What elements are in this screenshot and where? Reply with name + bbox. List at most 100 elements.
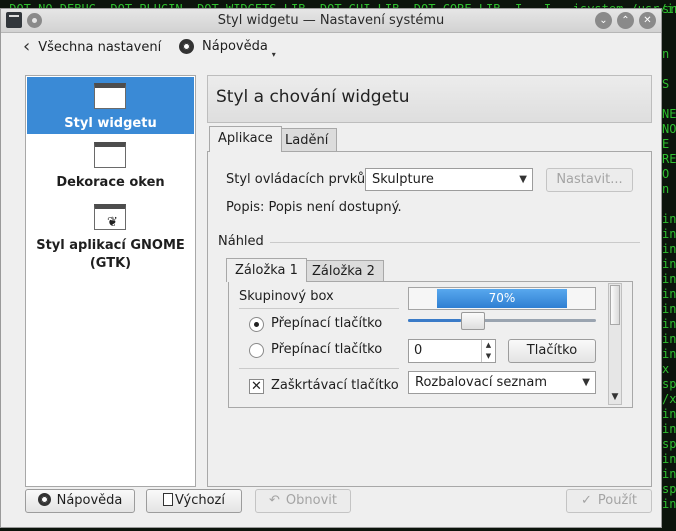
preview-tab-2[interactable]: Záložka 2 — [303, 260, 384, 282]
radio-button-checked[interactable] — [249, 317, 264, 332]
terminal-line-fragment: n — [662, 182, 670, 196]
groupbox-separator — [239, 308, 399, 309]
sidebar-item-gnome-gtk[interactable]: ❦ Styl aplikací GNOME (GTK) — [27, 200, 194, 276]
back-button[interactable]: ‹ Všechna nastavení — [23, 36, 162, 57]
terminal-line-fragment: n — [662, 47, 670, 61]
apply-button-label: Použít — [597, 493, 637, 508]
terminal-line-fragment: NO — [662, 122, 676, 136]
terminal-line-fragment: RE — [662, 152, 676, 166]
terminal-line-fragment: in — [662, 332, 676, 346]
dropdown-arrow-icon: ▾ — [271, 50, 276, 59]
minimize-button[interactable]: ⌄ — [595, 12, 612, 29]
window-decoration-icon — [94, 142, 126, 168]
terminal-line-fragment: in — [662, 467, 676, 481]
settings-window: Styl widgetu — Nastavení systému ⌄ ⌃ ✕ ‹… — [0, 8, 662, 528]
radio-label-2: Přepínací tlačítko — [271, 342, 383, 357]
terminal-line-fragment — [662, 17, 676, 32]
progress-bar: 70% — [408, 287, 596, 310]
checkbox-checked[interactable]: ✕ — [249, 379, 264, 394]
terminal-line-fragment: in — [662, 242, 676, 256]
toolbar: ‹ Všechna nastavení Nápověda ▾ — [1, 33, 661, 63]
terminal-line-fragment: in — [662, 302, 676, 316]
slider[interactable] — [408, 312, 596, 330]
radio-button-unchecked[interactable] — [249, 343, 264, 358]
widget-style-label: Styl ovládacích prvků: — [226, 172, 370, 187]
radio-label-1: Přepínací tlačítko — [271, 316, 383, 331]
page-title: Styl a chování widgetu — [216, 87, 410, 107]
spin-box[interactable]: 0 ▲ ▼ — [408, 339, 496, 363]
configure-button[interactable]: Nastavit... — [546, 168, 633, 192]
progress-text: 70% — [488, 291, 516, 305]
checkmark-icon: ✓ — [580, 493, 592, 508]
terminal-line-fragment: in — [662, 257, 676, 271]
preview-combo-value: Rozbalovací seznam — [415, 375, 548, 390]
slider-handle[interactable] — [461, 312, 485, 330]
terminal-line-fragment — [662, 92, 676, 107]
preview-separator — [270, 242, 640, 243]
reset-button[interactable]: ↶ Obnovit — [255, 489, 351, 513]
terminal-line-fragment: E — [662, 137, 670, 151]
terminal-line-fragment: in — [662, 422, 676, 436]
preview-combo[interactable]: Rozbalovací seznam ▼ — [408, 371, 596, 394]
background-terminal-right: sronSNENOEREOnininininininininininxsp/xi… — [660, 0, 676, 531]
help-button[interactable]: Nápověda — [25, 489, 135, 513]
terminal-line-fragment: in — [662, 287, 676, 301]
sidebar-item-widget-style[interactable]: Styl widgetu — [27, 77, 194, 134]
terminal-line-fragment — [662, 197, 676, 212]
scroll-down-icon[interactable]: ▼ — [609, 392, 621, 402]
reset-button-label: Obnovit — [285, 493, 337, 508]
maximize-button[interactable]: ⌃ — [617, 12, 634, 29]
chevron-down-icon: ▼ — [519, 174, 527, 185]
preview-tab-1[interactable]: Záložka 1 — [226, 258, 307, 282]
sidebar-item-window-decorations[interactable]: Dekorace oken — [27, 136, 194, 194]
terminal-line-fragment: S — [662, 77, 670, 91]
chevron-down-icon: ▼ — [582, 377, 590, 388]
window-style-icon — [94, 83, 126, 109]
sidebar-item-label: Styl aplikací GNOME (GTK) — [36, 238, 185, 271]
groupbox-bottom-separator — [239, 368, 399, 369]
scrollbar-thumb[interactable] — [610, 285, 620, 325]
widget-style-combo[interactable]: Skulpture ▼ — [365, 168, 533, 191]
applications-tab-panel: Styl ovládacích prvků: Skulpture ▼ Nasta… — [207, 151, 652, 487]
checkbox-label: Zaškrtávací tlačítko — [271, 378, 399, 393]
terminal-line-fragment: sro — [662, 2, 676, 16]
terminal-line-fragment: O — [662, 167, 670, 181]
terminal-line-fragment: x — [662, 362, 670, 376]
terminal-line-fragment: in — [662, 317, 676, 331]
document-icon — [162, 493, 173, 506]
widget-style-value: Skulpture — [372, 172, 434, 187]
chevron-left-icon: ‹ — [23, 36, 31, 57]
defaults-button-label: Výchozí — [174, 493, 225, 508]
slider-fill — [408, 319, 461, 322]
terminal-line-fragment: sp — [662, 482, 676, 496]
terminal-line-fragment: sp — [662, 437, 676, 451]
spin-arrows-icon[interactable]: ▲ ▼ — [481, 340, 495, 362]
help-menu-button[interactable]: Nápověda ▾ — [179, 39, 276, 59]
tab-applications[interactable]: Aplikace — [209, 126, 282, 152]
help-lifebuoy-icon — [179, 39, 194, 54]
preview-button[interactable]: Tlačítko — [508, 339, 596, 363]
defaults-button[interactable]: Výchozí — [146, 489, 242, 513]
style-description: Popis: Popis není dostupný. — [226, 200, 402, 215]
help-lifebuoy-icon — [37, 493, 51, 506]
title-bar[interactable]: Styl widgetu — Nastavení systému ⌄ ⌃ ✕ — [1, 9, 661, 33]
help-button-label: Nápověda — [56, 493, 123, 508]
tab-tweaks[interactable]: Ladění — [276, 128, 338, 152]
terminal-line-fragment — [662, 62, 676, 77]
preview-heading: Náhled — [218, 234, 264, 249]
terminal-line-fragment: in — [662, 227, 676, 241]
apply-button[interactable]: ✓ Použít — [566, 489, 652, 513]
gnome-foot-icon: ❦ — [107, 215, 118, 230]
preview-tab-panel: Skupinový box Přepínací tlačítko Přepína… — [228, 281, 633, 408]
close-button[interactable]: ✕ — [639, 12, 656, 29]
back-button-label: Všechna nastavení — [38, 39, 162, 55]
terminal-line-fragment: in — [662, 347, 676, 361]
category-sidebar: Styl widgetu Dekorace oken ❦ Styl aplika… — [25, 75, 196, 487]
terminal-line-fragment: NE — [662, 107, 676, 121]
gnome-app-icon: ❦ — [94, 204, 126, 230]
window-title: Styl widgetu — Nastavení systému — [217, 13, 445, 28]
terminal-line-fragment: /x — [662, 392, 676, 406]
preview-scrollbar[interactable]: ▼ — [608, 283, 622, 405]
groupbox-label: Skupinový box — [239, 289, 334, 304]
terminal-line-fragment: in — [662, 272, 676, 286]
